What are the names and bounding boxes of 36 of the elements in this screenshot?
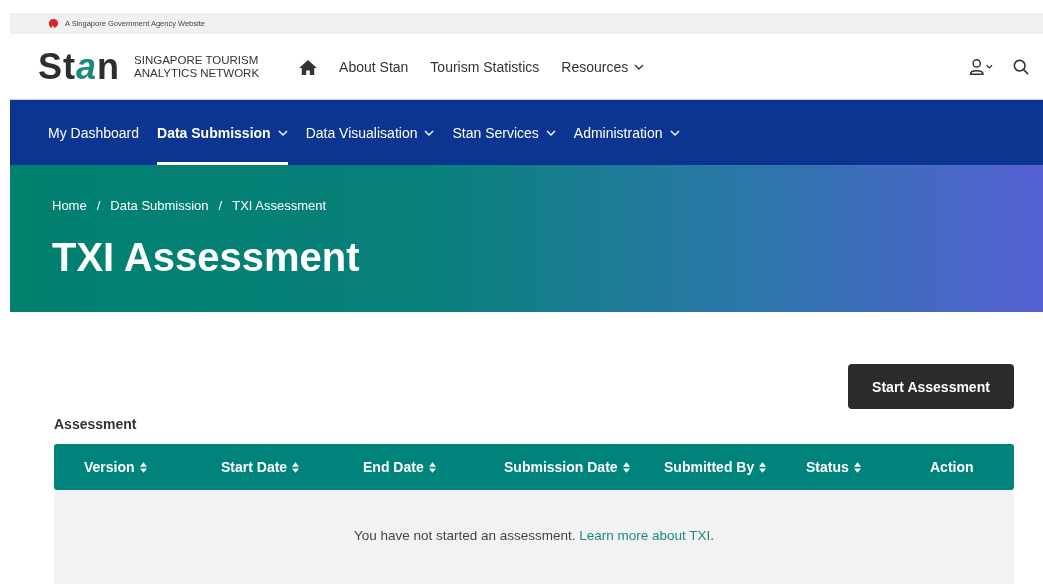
table-title: Assessment: [54, 416, 138, 432]
sort-icon[interactable]: [759, 461, 767, 473]
column-header[interactable]: Status: [806, 459, 861, 475]
column-header[interactable]: Version: [84, 459, 147, 475]
column-header: Action: [930, 459, 974, 475]
nav-tab[interactable]: Administration: [573, 100, 680, 165]
breadcrumb-separator: /: [218, 198, 223, 213]
start-assessment-button[interactable]: Start Assessment: [848, 364, 1014, 409]
breadcrumb-link[interactable]: Home: [52, 198, 87, 213]
column-header[interactable]: Submission Date: [504, 459, 630, 475]
nav-tab[interactable]: Stan Services: [452, 100, 556, 165]
column-header[interactable]: Start Date: [221, 459, 300, 475]
search-icon[interactable]: [1013, 58, 1029, 75]
home-icon[interactable]: [299, 58, 318, 75]
logo[interactable]: Stan: [38, 48, 121, 85]
chevron-down-icon[interactable]: [634, 63, 645, 70]
logo-tagline: ANALYTICS NETWORK: [134, 66, 260, 80]
header-link[interactable]: About Stan: [339, 58, 409, 75]
header-link[interactable]: Tourism Statistics: [430, 58, 540, 75]
sort-icon[interactable]: [292, 461, 300, 473]
nav-tab[interactable]: My Dashboard: [48, 100, 140, 165]
page-title: TXI Assessment: [52, 235, 361, 280]
column-header[interactable]: Submitted By: [664, 459, 767, 475]
empty-message: You have not started an assessment. Learn more about TXI.: [353, 528, 715, 545]
breadcrumb-link[interactable]: TXI Assessment: [232, 198, 327, 213]
breadcrumb-separator: /: [96, 198, 101, 213]
breadcrumb-link[interactable]: Data Submission: [110, 198, 209, 213]
sort-icon[interactable]: [853, 461, 861, 473]
sort-icon[interactable]: [428, 461, 436, 473]
column-header[interactable]: End Date: [363, 459, 436, 475]
nav-tab[interactable]: Data Visualisation: [305, 100, 435, 165]
logo-tagline: SINGAPORE TOURISM: [134, 53, 260, 67]
learn-more-link[interactable]: Learn more about TXI: [579, 528, 711, 543]
sort-icon[interactable]: [139, 461, 147, 473]
sort-icon[interactable]: [622, 461, 630, 473]
header-link[interactable]: Resources: [561, 58, 645, 75]
